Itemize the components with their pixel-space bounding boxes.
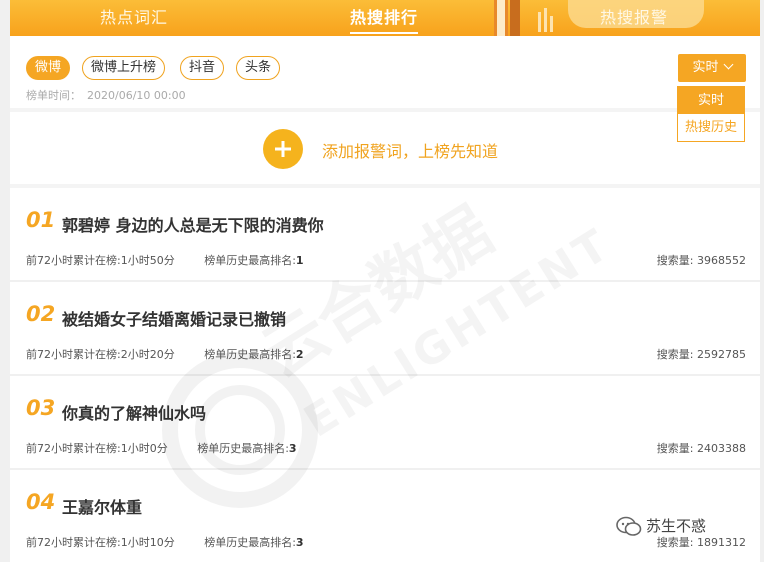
item-title[interactable]: 王嘉尔体重 bbox=[62, 494, 142, 518]
list-item[interactable]: 01 郭碧婷 身边的人总是无下限的消费你 前72小时累计在榜:1小时50分 榜单… bbox=[10, 188, 760, 282]
top-tab-bar: 热点词汇 热搜排行 热搜报警 bbox=[10, 0, 760, 36]
mode-option-realtime[interactable]: 实时 bbox=[678, 87, 744, 114]
item-title[interactable]: 你真的了解神仙水吗 bbox=[62, 400, 206, 424]
mode-dropdown: 实时 热搜历史 bbox=[677, 86, 745, 142]
history-rank-value: 3 bbox=[295, 536, 304, 549]
wechat-icon bbox=[616, 516, 642, 536]
item-title[interactable]: 郭碧婷 身边的人总是无下限的消费你 bbox=[62, 212, 324, 236]
search-volume-label: 搜索量: bbox=[656, 254, 697, 267]
hot-search-list: 01 郭碧婷 身边的人总是无下限的消费你 前72小时累计在榜:1小时50分 榜单… bbox=[10, 188, 760, 562]
cumulative-label: 前72小时累计在榜: bbox=[26, 348, 121, 361]
rank-time-value: 2020/06/10 00:00 bbox=[87, 89, 186, 102]
mode-option-history[interactable]: 热搜历史 bbox=[678, 114, 744, 141]
cumulative-label: 前72小时累计在榜: bbox=[26, 442, 121, 455]
search-volume-value: 3968552 bbox=[697, 254, 746, 267]
history-rank-value: 1 bbox=[295, 254, 304, 267]
platform-chip-douyin[interactable]: 抖音 bbox=[180, 56, 225, 80]
rank-number: 03 bbox=[26, 396, 56, 420]
cumulative-value: 2小时20分 bbox=[120, 348, 175, 361]
mode-select-button[interactable]: 实时 bbox=[678, 54, 746, 82]
chevron-down-icon bbox=[723, 59, 733, 70]
rank-number: 04 bbox=[26, 490, 56, 514]
search-volume-value: 2403388 bbox=[697, 442, 746, 455]
search-volume-value: 2592785 bbox=[697, 348, 746, 361]
cumulative-value: 1小时0分 bbox=[120, 442, 168, 455]
history-rank-label: 榜单历史最高排名: bbox=[204, 536, 296, 549]
chart-bars-icon bbox=[538, 8, 553, 32]
rank-time-label: 榜单时间： bbox=[26, 89, 81, 102]
plus-icon[interactable] bbox=[263, 129, 303, 169]
platform-chip-weibo-rising[interactable]: 微博上升榜 bbox=[82, 56, 166, 80]
add-alert-panel[interactable]: 添加报警词，上榜先知道 bbox=[10, 112, 760, 184]
tab-hot-ranking[interactable]: 热搜排行 bbox=[346, 4, 422, 34]
item-meta: 前72小时累计在榜:1小时0分 榜单历史最高排名:3 bbox=[26, 440, 297, 456]
search-volume: 搜索量: 2592785 bbox=[657, 346, 746, 362]
history-rank-value: 3 bbox=[288, 442, 297, 455]
tab-hot-alert[interactable]: 热搜报警 bbox=[598, 4, 670, 32]
search-volume: 搜索量: 2403388 bbox=[657, 440, 746, 456]
platform-chip-toutiao[interactable]: 头条 bbox=[236, 56, 281, 80]
history-rank-label: 榜单历史最高排名: bbox=[204, 348, 296, 361]
history-rank-value: 2 bbox=[295, 348, 304, 361]
tab-hot-words[interactable]: 热点词汇 bbox=[98, 4, 170, 32]
list-item[interactable]: 03 你真的了解神仙水吗 前72小时累计在榜:1小时0分 榜单历史最高排名:3 … bbox=[10, 376, 760, 470]
item-meta: 前72小时累计在榜:2小时20分 榜单历史最高排名:2 bbox=[26, 346, 304, 362]
history-rank-label: 榜单历史最高排名: bbox=[197, 442, 289, 455]
item-meta: 前72小时累计在榜:1小时50分 榜单历史最高排名:1 bbox=[26, 252, 304, 268]
platform-filter-panel: 微博 微博上升榜 抖音 头条 榜单时间： 2020/06/10 00:00 实时 bbox=[10, 36, 760, 108]
person-illustration-icon bbox=[494, 0, 520, 36]
item-meta: 前72小时累计在榜:1小时10分 榜单历史最高排名:3 bbox=[26, 534, 304, 550]
mode-select-label: 实时 bbox=[692, 60, 719, 75]
search-volume: 搜索量: 3968552 bbox=[657, 252, 746, 268]
cumulative-label: 前72小时累计在榜: bbox=[26, 536, 121, 549]
list-item[interactable]: 02 被结婚女子结婚离婚记录已撤销 前72小时累计在榜:2小时20分 榜单历史最… bbox=[10, 282, 760, 376]
rank-time: 榜单时间： 2020/06/10 00:00 bbox=[26, 87, 186, 103]
search-volume-label: 搜索量: bbox=[656, 442, 697, 455]
cumulative-value: 1小时50分 bbox=[120, 254, 175, 267]
rank-number: 02 bbox=[26, 302, 56, 326]
platform-chip-weibo[interactable]: 微博 bbox=[26, 56, 71, 80]
wechat-account-name: 苏生不惑 bbox=[646, 517, 707, 535]
add-alert-text[interactable]: 添加报警词，上榜先知道 bbox=[322, 138, 498, 162]
item-title[interactable]: 被结婚女子结婚离婚记录已撤销 bbox=[62, 306, 286, 330]
hot-search-page: 热点词汇 热搜排行 热搜报警 微博 微博上升榜 抖音 头条 榜单时间： 2020/… bbox=[10, 0, 760, 562]
wechat-account-tag: 苏生不惑 bbox=[616, 515, 706, 543]
rank-number: 01 bbox=[26, 208, 56, 232]
cumulative-label: 前72小时累计在榜: bbox=[26, 254, 121, 267]
search-volume-label: 搜索量: bbox=[656, 348, 697, 361]
history-rank-label: 榜单历史最高排名: bbox=[204, 254, 296, 267]
cumulative-value: 1小时10分 bbox=[120, 536, 175, 549]
